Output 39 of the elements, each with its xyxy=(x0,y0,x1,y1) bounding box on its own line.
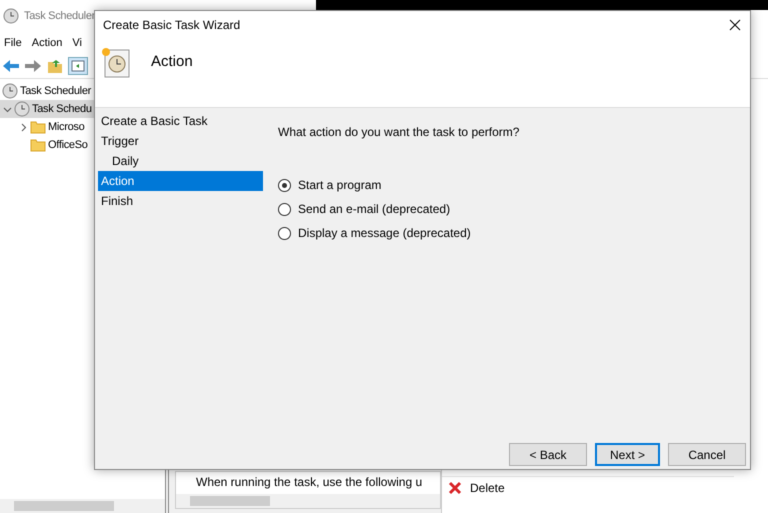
radio-icon[interactable] xyxy=(278,202,291,216)
menu-item[interactable]: Vi xyxy=(72,37,82,49)
menu-item[interactable]: File xyxy=(4,37,22,49)
wizard-step: Finish xyxy=(98,191,263,211)
horizontal-scrollbar[interactable] xyxy=(0,499,165,513)
close-icon[interactable] xyxy=(729,19,741,31)
dialog-button[interactable]: Next > xyxy=(595,443,660,466)
tree-item[interactable]: Task Scheduler xyxy=(0,82,162,100)
folder-icon xyxy=(30,120,46,134)
wizard-step: Trigger xyxy=(98,131,263,151)
folder-up-icon[interactable] xyxy=(46,58,64,74)
delete-action[interactable]: Delete xyxy=(442,476,734,499)
page-heading: Action xyxy=(151,53,193,70)
chevron-right-icon[interactable] xyxy=(18,122,28,132)
clock-folder-icon xyxy=(14,101,30,117)
menu-item[interactable]: Action xyxy=(32,37,62,49)
window-title: Task Scheduler xyxy=(24,10,96,22)
radio-option[interactable]: Display a message (deprecated) xyxy=(278,221,750,245)
chevron-down-icon[interactable] xyxy=(2,104,12,114)
task-clock-icon xyxy=(101,47,131,79)
general-text: When running the task, use the following u xyxy=(195,474,424,491)
question-text: What action do you want the task to perform? xyxy=(278,125,520,139)
back-arrow-icon[interactable] xyxy=(2,59,20,73)
radio-option[interactable]: Send an e-mail (deprecated) xyxy=(278,197,750,221)
horizontal-scrollbar[interactable] xyxy=(176,494,440,508)
app-icon xyxy=(3,8,19,24)
folder-icon xyxy=(30,138,46,152)
x-icon xyxy=(448,481,462,495)
dialog-title: Create Basic Task Wizard xyxy=(103,18,240,32)
wizard-step: Daily xyxy=(98,151,263,171)
dialog-button[interactable]: Cancel xyxy=(668,443,746,466)
clock-icon xyxy=(2,83,18,99)
dialog-button[interactable]: < Back xyxy=(509,443,587,466)
radio-icon[interactable] xyxy=(278,226,291,240)
radio-icon[interactable] xyxy=(278,178,291,192)
wizard-step: Action xyxy=(98,171,263,191)
forward-arrow-icon[interactable] xyxy=(24,59,42,73)
radio-option[interactable]: Start a program xyxy=(278,173,750,197)
panel-icon[interactable] xyxy=(68,57,88,75)
